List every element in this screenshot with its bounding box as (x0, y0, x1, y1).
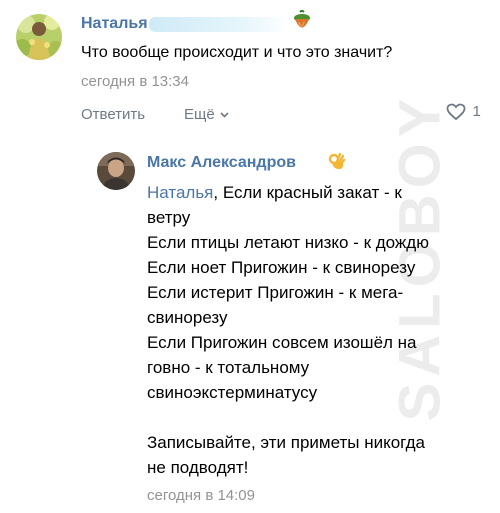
reply-line-9: свиноэкстерминатусу (147, 383, 318, 402)
mention-link[interactable]: Наталья (147, 183, 213, 202)
reply-author-avatar[interactable] (97, 152, 135, 190)
reply-line-2: ветру (147, 208, 191, 227)
reply-timestamp[interactable]: сегодня в 14:09 (147, 487, 255, 504)
like-count: 1 (472, 103, 481, 121)
profile-avatar (97, 152, 135, 190)
reply-line-7: Если Пригожин совсем изошёл на (147, 333, 417, 352)
profile-avatar (16, 14, 62, 60)
reply-button[interactable]: Ответить (81, 106, 145, 123)
reply-line-4: Если ноет Пригожин - к свинорезу (147, 258, 416, 277)
more-label: Ещё (184, 106, 215, 123)
reply-line-6: свинорезу (147, 308, 228, 327)
chevron-down-icon (220, 112, 229, 118)
reply-text: Наталья, Если красный закат - к ветру Ес… (147, 180, 492, 480)
reply-line-3: Если птицы летают низко - к дождю (147, 233, 429, 252)
comment-author-name[interactable]: Наталья (81, 15, 148, 33)
comment-text: Что вообще происходит и что это значит? (81, 44, 393, 61)
more-button[interactable]: Ещё (184, 106, 229, 123)
acorn-emoji (291, 10, 313, 39)
reply-line-10 (147, 405, 492, 430)
reply-author-name[interactable]: Макс Александров (147, 154, 296, 172)
reply-line-1: Наталья, Если красный закат - к (147, 183, 402, 202)
ok-hand-emoji (328, 151, 346, 176)
reply-line-11: Записывайте, эти приметы никогда (147, 433, 425, 452)
heart-icon (446, 103, 466, 121)
comment-author-avatar[interactable] (16, 14, 62, 60)
comment-timestamp[interactable]: сегодня в 13:34 (81, 73, 189, 90)
reply-line-12: не подводят! (147, 458, 249, 477)
reply-line-8: говно - к тотальному (147, 358, 310, 377)
blurred-surname (149, 17, 289, 32)
reply-line-5: Если истерит Пригожин - к мега- (147, 283, 404, 302)
like-button[interactable]: 1 (446, 103, 481, 121)
